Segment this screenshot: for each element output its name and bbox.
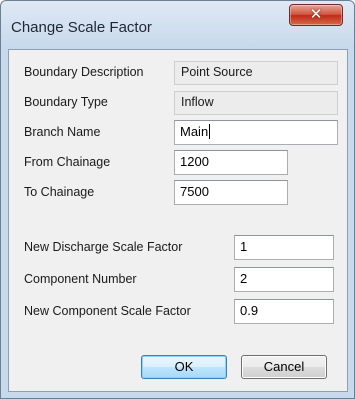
new-discharge-scale-factor-label: New Discharge Scale Factor — [24, 240, 183, 254]
component-number-label: Component Number — [24, 272, 137, 286]
from-chainage-input[interactable]: 1200 — [174, 150, 288, 175]
close-button[interactable]: ✕ — [289, 4, 343, 26]
to-chainage-label: To Chainage — [24, 185, 95, 199]
title-bar[interactable]: Change Scale Factor ✕ — [1, 1, 354, 49]
text-cursor — [209, 124, 211, 139]
dialog-content: Boundary Description Point Source Bounda… — [8, 49, 348, 392]
branch-name-input[interactable]: Main — [174, 120, 338, 145]
branch-name-value: Main — [180, 124, 209, 139]
component-number-input[interactable]: 2 — [234, 267, 334, 292]
boundary-description-field: Point Source — [174, 61, 338, 85]
cancel-button[interactable]: Cancel — [241, 355, 327, 379]
ok-button[interactable]: OK — [141, 355, 227, 379]
boundary-type-label: Boundary Type — [24, 95, 108, 109]
boundary-description-label: Boundary Description — [24, 65, 144, 79]
from-chainage-label: From Chainage — [24, 155, 111, 169]
branch-name-label: Branch Name — [24, 125, 101, 139]
new-discharge-scale-factor-input[interactable]: 1 — [234, 235, 334, 260]
dialog-window: Change Scale Factor ✕ Boundary Descripti… — [0, 0, 355, 399]
boundary-type-field: Inflow — [174, 91, 338, 115]
new-component-scale-factor-input[interactable]: 0.9 — [234, 299, 334, 324]
to-chainage-input[interactable]: 7500 — [174, 180, 288, 205]
close-icon[interactable]: ✕ — [290, 5, 342, 25]
new-component-scale-factor-label: New Component Scale Factor — [24, 304, 191, 318]
window-title: Change Scale Factor — [11, 19, 152, 36]
